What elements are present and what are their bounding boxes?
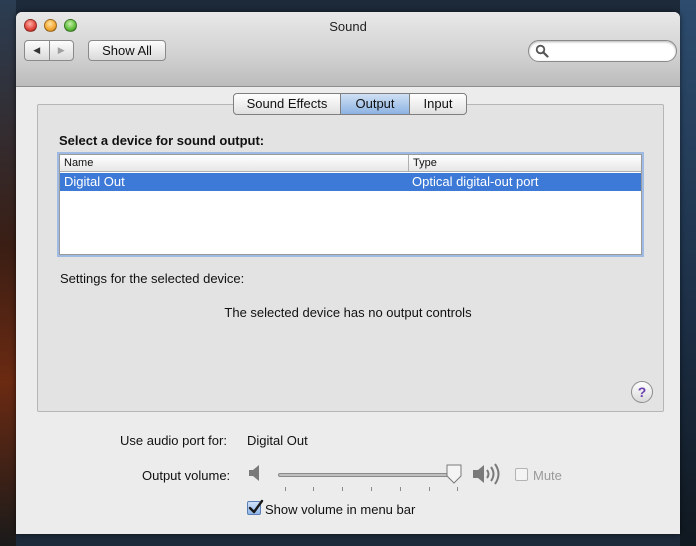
no-controls-message: The selected device has no output contro… — [224, 305, 472, 320]
column-header-type[interactable]: Type — [409, 155, 633, 171]
mute-checkbox[interactable] — [515, 468, 528, 481]
volume-tick — [457, 487, 458, 491]
volume-tick — [285, 487, 286, 491]
output-volume-label: Output volume: — [142, 468, 231, 483]
checkmark-icon — [248, 499, 264, 514]
device-name-cell: Digital Out — [64, 174, 125, 189]
tab-output[interactable]: Output — [341, 94, 410, 114]
volume-slider-track[interactable] — [278, 473, 458, 477]
sound-preferences-window: Sound ◀ ▶ Show All Sound Effects Output … — [16, 12, 680, 534]
output-device-table[interactable]: Name Type Digital Out Optical digital-ou… — [59, 154, 642, 255]
help-icon: ? — [637, 384, 647, 400]
speaker-low-icon — [249, 465, 259, 481]
volume-tick — [400, 487, 401, 491]
search-input[interactable] — [551, 43, 673, 61]
volume-tick — [342, 487, 343, 491]
table-row[interactable]: Digital Out Optical digital-out port — [60, 173, 641, 191]
select-device-label: Select a device for sound output: — [59, 133, 265, 148]
volume-tick — [371, 487, 372, 491]
search-icon — [535, 44, 549, 58]
volume-slider-knob[interactable] — [446, 464, 462, 484]
show-volume-menu-bar-checkbox[interactable] — [247, 499, 264, 515]
column-header-name[interactable]: Name — [60, 155, 409, 171]
help-button[interactable]: ? — [631, 381, 653, 403]
show-volume-menu-bar-label: Show volume in menu bar — [265, 502, 416, 517]
navigation-buttons: ◀ ▶ — [24, 40, 74, 61]
tab-input[interactable]: Input — [410, 94, 466, 114]
desktop-background-right — [680, 0, 696, 546]
settings-label: Settings for the selected device: — [60, 271, 245, 286]
forward-button[interactable]: ▶ — [50, 41, 74, 60]
table-header: Name Type — [60, 155, 641, 172]
audio-port-value: Digital Out — [247, 433, 308, 448]
mute-label: Mute — [533, 468, 562, 483]
audio-port-label: Use audio port for: — [120, 433, 227, 448]
window-title: Sound — [329, 19, 367, 34]
tab-bar: Sound Effects Output Input — [233, 93, 467, 115]
show-all-button[interactable]: Show All — [88, 40, 166, 61]
search-field[interactable] — [528, 40, 677, 62]
tab-sound-effects[interactable]: Sound Effects — [234, 94, 341, 114]
speaker-high-icon — [473, 463, 500, 485]
volume-tick — [313, 487, 314, 491]
output-panel — [37, 104, 664, 412]
desktop-background-left — [0, 0, 16, 546]
volume-tick — [429, 487, 430, 491]
window-toolbar: Sound ◀ ▶ Show All — [16, 12, 680, 87]
back-button[interactable]: ◀ — [25, 41, 50, 60]
device-type-cell: Optical digital-out port — [412, 174, 539, 189]
